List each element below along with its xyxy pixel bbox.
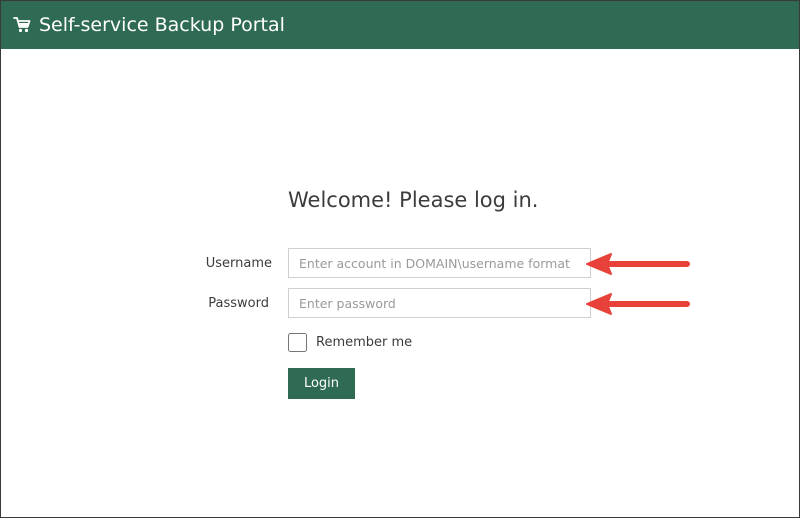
app-header: Self-service Backup Portal <box>1 1 799 49</box>
welcome-heading: Welcome! Please log in. <box>288 188 539 212</box>
password-label: Password <box>208 296 269 311</box>
remember-me-label[interactable]: Remember me <box>316 335 412 350</box>
arrow-left-icon <box>586 253 690 275</box>
login-button[interactable]: Login <box>288 368 355 399</box>
password-input[interactable] <box>288 288 591 318</box>
username-label: Username <box>205 256 272 271</box>
app-title: Self-service Backup Portal <box>39 14 285 36</box>
cart-icon <box>13 16 31 34</box>
remember-me-checkbox[interactable] <box>288 333 307 352</box>
arrow-left-icon <box>586 293 690 315</box>
username-input[interactable] <box>288 248 591 278</box>
remember-me-row: Remember me <box>288 333 412 352</box>
portal-window: Self-service Backup Portal Welcome! Plea… <box>0 0 800 518</box>
